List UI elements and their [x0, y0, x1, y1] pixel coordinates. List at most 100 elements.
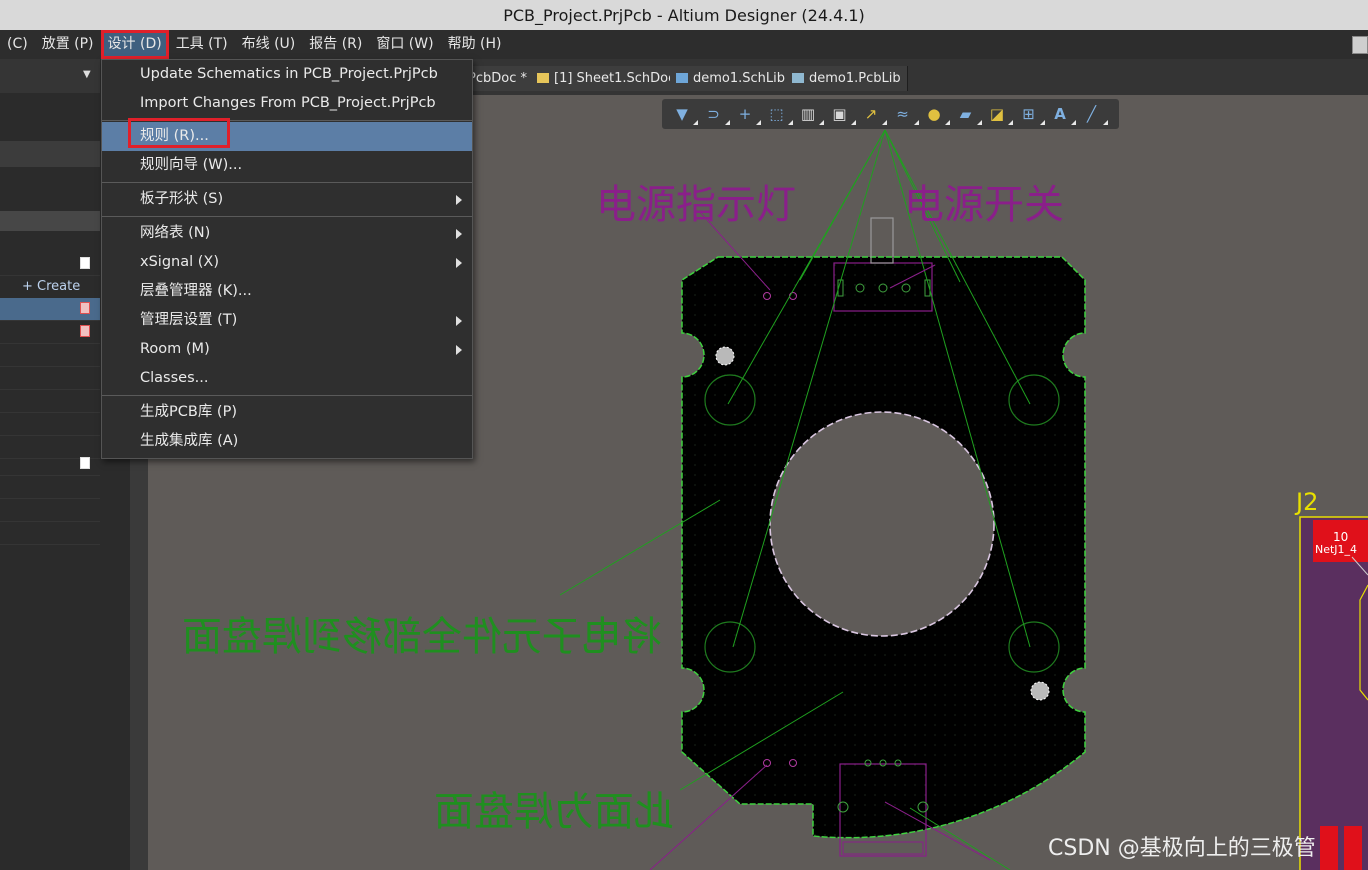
- design-menu: Update Schematics in PCB_Project.PrjPcb …: [101, 59, 473, 459]
- window-title: PCB_Project.PrjPcb - Altium Designer (24…: [503, 5, 865, 25]
- menu-item-label: Update Schematics in PCB_Project.PrjPcb: [140, 66, 438, 82]
- menu-make-pcb-library[interactable]: 生成PCB库 (P): [102, 398, 472, 427]
- panel-search-band: [0, 211, 100, 231]
- tree-row[interactable]: [0, 367, 100, 390]
- j2-pad-number: 10: [1333, 530, 1348, 544]
- tree-row-selected[interactable]: [0, 298, 100, 321]
- menu-item-tools[interactable]: 工具 (T): [169, 30, 235, 59]
- menu-xsignal[interactable]: xSignal (X): [102, 248, 472, 277]
- panel-header[interactable]: ▼: [0, 59, 100, 93]
- graph-icon[interactable]: ◪: [985, 103, 1013, 125]
- tab-demo1-schlib[interactable]: demo1.SchLib: [670, 66, 793, 91]
- route-icon[interactable]: ↗: [859, 103, 887, 125]
- menu-board-shape[interactable]: 板子形状 (S): [102, 185, 472, 214]
- menu-item-design[interactable]: 设计 (D): [100, 30, 169, 59]
- pcblib-icon: [792, 73, 804, 83]
- menu-item-place[interactable]: 放置 (P): [35, 30, 101, 59]
- line-icon[interactable]: ╱: [1080, 103, 1108, 125]
- tree-row[interactable]: [0, 253, 100, 276]
- menu-item-route[interactable]: 布线 (U): [235, 30, 303, 59]
- menu-item-label: 规则向导 (W)...: [140, 157, 243, 173]
- submenu-arrow-icon: [456, 316, 462, 326]
- rules-highlight-box: [128, 118, 230, 148]
- small-hole: [1030, 681, 1050, 701]
- tab-label: demo1.SchLib: [693, 71, 786, 86]
- schlib-icon: [676, 73, 688, 83]
- cross-icon[interactable]: +: [733, 103, 761, 125]
- schdoc-icon: [537, 73, 549, 83]
- center-cutout: [769, 411, 995, 637]
- document-icon: [80, 457, 90, 469]
- chip-icon[interactable]: ▣: [828, 103, 856, 125]
- menu-separator: [102, 182, 472, 183]
- tree-row[interactable]: [0, 522, 100, 545]
- menu-layer-stack-manager[interactable]: 层叠管理器 (K)...: [102, 277, 472, 306]
- magnet-icon[interactable]: ⊃: [702, 103, 730, 125]
- text-icon[interactable]: A: [1048, 103, 1076, 125]
- submenu-arrow-icon: [456, 258, 462, 268]
- submenu-arrow-icon: [456, 195, 462, 205]
- j2-pad-net: NetJ1_4: [1315, 543, 1357, 556]
- submenu-arrow-icon: [456, 345, 462, 355]
- watermark: CSDN @基极向上的三极管: [1048, 836, 1316, 861]
- menu-bar: (C) 放置 (P) 设计 (D) 工具 (T) 布线 (U) 报告 (R) 窗…: [0, 30, 1368, 59]
- tree-row[interactable]: [0, 413, 100, 436]
- menu-make-integrated-library[interactable]: 生成集成库 (A): [102, 427, 472, 456]
- tree-row[interactable]: [0, 321, 100, 344]
- document-icon: [80, 257, 90, 269]
- menu-item-reports[interactable]: 报告 (R): [302, 30, 369, 59]
- small-hole: [715, 346, 735, 366]
- menu-item-label: Room (M): [140, 341, 210, 357]
- menu-classes[interactable]: Classes...: [102, 364, 472, 393]
- create-link[interactable]: + Create: [22, 279, 80, 294]
- tab-label: demo1.PcbLib: [809, 71, 901, 86]
- notification-button[interactable]: [1352, 36, 1368, 54]
- menu-update-schematics[interactable]: Update Schematics in PCB_Project.PrjPcb: [102, 60, 472, 89]
- submenu-arrow-icon: [456, 229, 462, 239]
- menu-rules-wizard[interactable]: 规则向导 (W)...: [102, 151, 472, 180]
- tree-row[interactable]: [0, 390, 100, 413]
- annotation-power-switch: 电源开关: [904, 182, 1064, 228]
- menu-room[interactable]: Room (M): [102, 335, 472, 364]
- diff-pair-icon[interactable]: ≈: [891, 103, 919, 125]
- menu-manage-layer-sets[interactable]: 管理层设置 (T): [102, 306, 472, 335]
- menu-item-c[interactable]: (C): [0, 30, 35, 59]
- tree-row[interactable]: [0, 453, 100, 476]
- chart-icon[interactable]: ▥: [796, 103, 824, 125]
- tree-row[interactable]: [0, 499, 100, 522]
- menu-item-label: 生成集成库 (A): [140, 433, 239, 449]
- tree-row[interactable]: [0, 344, 100, 367]
- menu-item-label: Import Changes From PCB_Project.PrjPcb: [140, 95, 436, 111]
- menu-item-label: 管理层设置 (T): [140, 312, 238, 328]
- active-bar: ▼ ⊃ + ⬚ ▥ ▣ ↗ ≈ ● ▰ ◪ ⊞ A ╱: [662, 99, 1119, 129]
- menu-item-label: 层叠管理器 (K)...: [140, 283, 252, 299]
- document-modified-icon: [80, 302, 90, 314]
- menu-item-label: 网络表 (N): [140, 225, 211, 241]
- tab-label: [1] Sheet1.SchDoc: [554, 71, 676, 86]
- window-title-bar: PCB_Project.PrjPcb - Altium Designer (24…: [0, 0, 1368, 30]
- panel-dropdown-icon[interactable]: ▼: [83, 69, 91, 80]
- document-modified-icon: [80, 325, 90, 337]
- annotation-pad-side: 此面为焊盘面: [434, 789, 674, 835]
- j2-designator: J2: [1294, 488, 1318, 516]
- menu-item-label: 板子形状 (S): [140, 191, 224, 207]
- polygon-icon[interactable]: ▰: [954, 103, 982, 125]
- pin-icon[interactable]: ●: [922, 103, 950, 125]
- tab-demo1-pcblib[interactable]: demo1.PcbLib: [786, 66, 908, 91]
- menu-separator: [102, 395, 472, 396]
- menu-item-window[interactable]: 窗口 (W): [369, 30, 440, 59]
- menu-item-label: Classes...: [140, 370, 209, 386]
- menu-netlist[interactable]: 网络表 (N): [102, 219, 472, 248]
- tab-sheet1-schdoc[interactable]: [1] Sheet1.SchDoc: [531, 66, 683, 91]
- tab-label: PcbDoc *: [468, 71, 527, 86]
- menu-import-changes[interactable]: Import Changes From PCB_Project.PrjPcb: [102, 89, 472, 118]
- menu-separator: [102, 216, 472, 217]
- panel-band: [0, 141, 100, 167]
- tree-row[interactable]: [0, 476, 100, 499]
- dimension-icon[interactable]: ⊞: [1017, 103, 1045, 125]
- annotation-power-led: 电源指示灯: [596, 182, 796, 228]
- menu-item-label: xSignal (X): [140, 254, 219, 270]
- select-rect-icon[interactable]: ⬚: [765, 103, 793, 125]
- filter-icon[interactable]: ▼: [670, 103, 698, 125]
- menu-item-help[interactable]: 帮助 (H): [441, 30, 509, 59]
